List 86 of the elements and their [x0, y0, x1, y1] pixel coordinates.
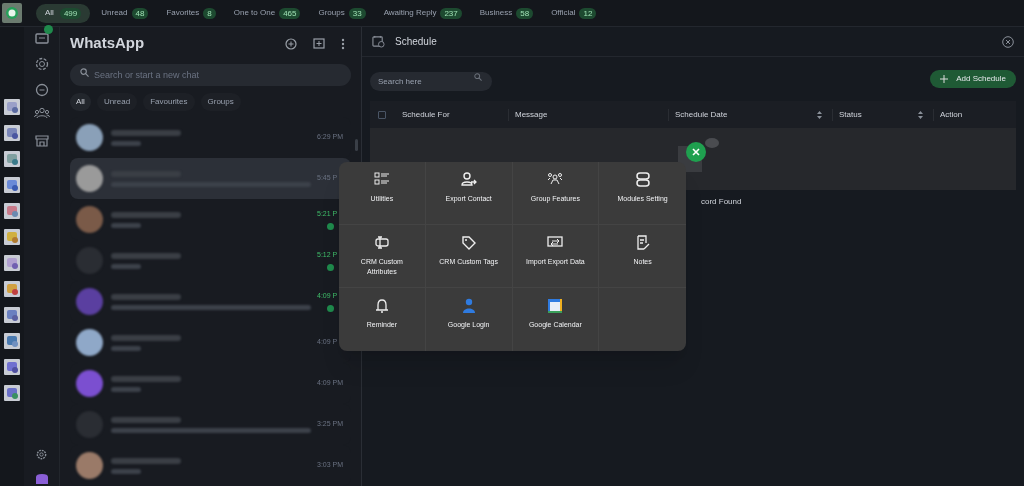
filter-tab[interactable]: Business 58 — [472, 3, 541, 23]
filter-tab[interactable]: Unread 48 — [94, 3, 156, 23]
app-title: WhatsApp — [70, 33, 146, 54]
profile-icon[interactable] — [34, 473, 49, 484]
count-badge: 33 — [348, 7, 366, 19]
app-icon[interactable] — [4, 359, 20, 375]
search-field[interactable]: Search here — [370, 72, 492, 91]
column-header[interactable]: Schedule Date — [675, 108, 817, 121]
app-icon[interactable] — [4, 255, 20, 271]
search-field[interactable]: Search or start a new chat — [70, 64, 351, 86]
more-icon[interactable] — [341, 37, 345, 50]
plus-icon — [940, 75, 949, 83]
column-header[interactable]: Status — [839, 108, 918, 121]
filter-tab[interactable]: All 499 — [36, 3, 91, 23]
note-icon — [634, 235, 651, 251]
column-header[interactable]: Message — [515, 108, 658, 121]
close-icon[interactable] — [686, 142, 706, 162]
app-icon[interactable] — [4, 125, 20, 141]
filter-tab[interactable]: Awaiting Reply 237 — [376, 3, 469, 23]
filter-tab[interactable]: Favorites 8 — [159, 3, 223, 23]
count-badge: 465 — [279, 7, 301, 19]
blurred-name — [111, 416, 181, 423]
count-badge: 499 — [59, 7, 82, 19]
column-header[interactable]: Schedule For — [402, 108, 498, 121]
filter-chip[interactable]: Groups — [200, 93, 241, 111]
bell-icon — [373, 298, 390, 314]
calendar-clock-icon — [372, 35, 385, 48]
count-badge: 12 — [579, 7, 597, 19]
blurred-name — [111, 293, 181, 300]
app-icon[interactable] — [4, 99, 20, 115]
add-schedule-button[interactable]: Add Schedule — [930, 70, 1016, 88]
blurred-message — [111, 386, 141, 392]
filter-chip[interactable]: Favourites — [143, 93, 195, 111]
person-icon — [460, 298, 477, 314]
calendar-icon — [547, 298, 564, 314]
sort-icon[interactable] — [817, 110, 822, 119]
person-arrow-icon — [460, 172, 477, 188]
app-icon[interactable] — [4, 229, 20, 245]
communities-icon[interactable] — [33, 107, 50, 119]
blurred-name — [111, 375, 181, 382]
search-icon — [80, 68, 89, 77]
filter-chip[interactable]: Unread — [96, 93, 138, 111]
count-badge: 58 — [516, 7, 534, 19]
empty-message: cord Found — [701, 196, 742, 208]
search-icon — [474, 73, 482, 81]
app-icon[interactable] — [4, 177, 20, 193]
count-badge: 48 — [131, 7, 149, 19]
tag-icon — [460, 235, 477, 251]
blurred-name — [111, 252, 181, 259]
status-icon[interactable] — [34, 57, 49, 71]
checkbox[interactable] — [378, 110, 386, 119]
chat-icon[interactable] — [34, 33, 49, 45]
app-icon[interactable] — [4, 151, 20, 167]
attribute-icon — [373, 235, 390, 251]
blurred-name — [111, 334, 181, 341]
blurred-message — [111, 140, 141, 146]
sort-icon[interactable] — [918, 110, 923, 119]
blurred-name — [111, 457, 181, 464]
blurred-message — [111, 345, 141, 351]
app-icon[interactable] — [4, 385, 20, 401]
app-icon[interactable] — [4, 281, 20, 297]
blurred-name — [111, 211, 181, 218]
count-badge: 237 — [440, 7, 462, 19]
list-icon — [373, 172, 390, 188]
new-chat-icon[interactable] — [285, 37, 297, 50]
settings-icon[interactable] — [35, 448, 48, 461]
filter-tab[interactable]: Groups 33 — [311, 3, 373, 23]
blurred-message — [111, 263, 141, 269]
blurred-message — [111, 468, 141, 474]
scrollbar[interactable] — [355, 139, 358, 151]
blurred-message — [111, 222, 141, 228]
new-window-icon[interactable] — [313, 38, 325, 49]
app-icon[interactable] — [4, 203, 20, 219]
column-header[interactable]: Action — [940, 108, 983, 121]
filter-tab[interactable]: Official 12 — [544, 3, 604, 23]
filter-chip[interactable]: All — [70, 93, 91, 111]
channels-icon[interactable] — [34, 83, 49, 97]
app-logo-icon[interactable] — [2, 3, 22, 23]
store-icon[interactable] — [34, 135, 49, 147]
filter-tab[interactable]: One to One 465 — [226, 3, 308, 23]
count-badge: 8 — [203, 7, 216, 19]
app-icon[interactable] — [4, 333, 20, 349]
panel-title: Schedule — [395, 35, 438, 49]
app-icon[interactable] — [4, 307, 20, 323]
toggle-icon — [634, 172, 651, 188]
blurred-name — [111, 129, 181, 136]
